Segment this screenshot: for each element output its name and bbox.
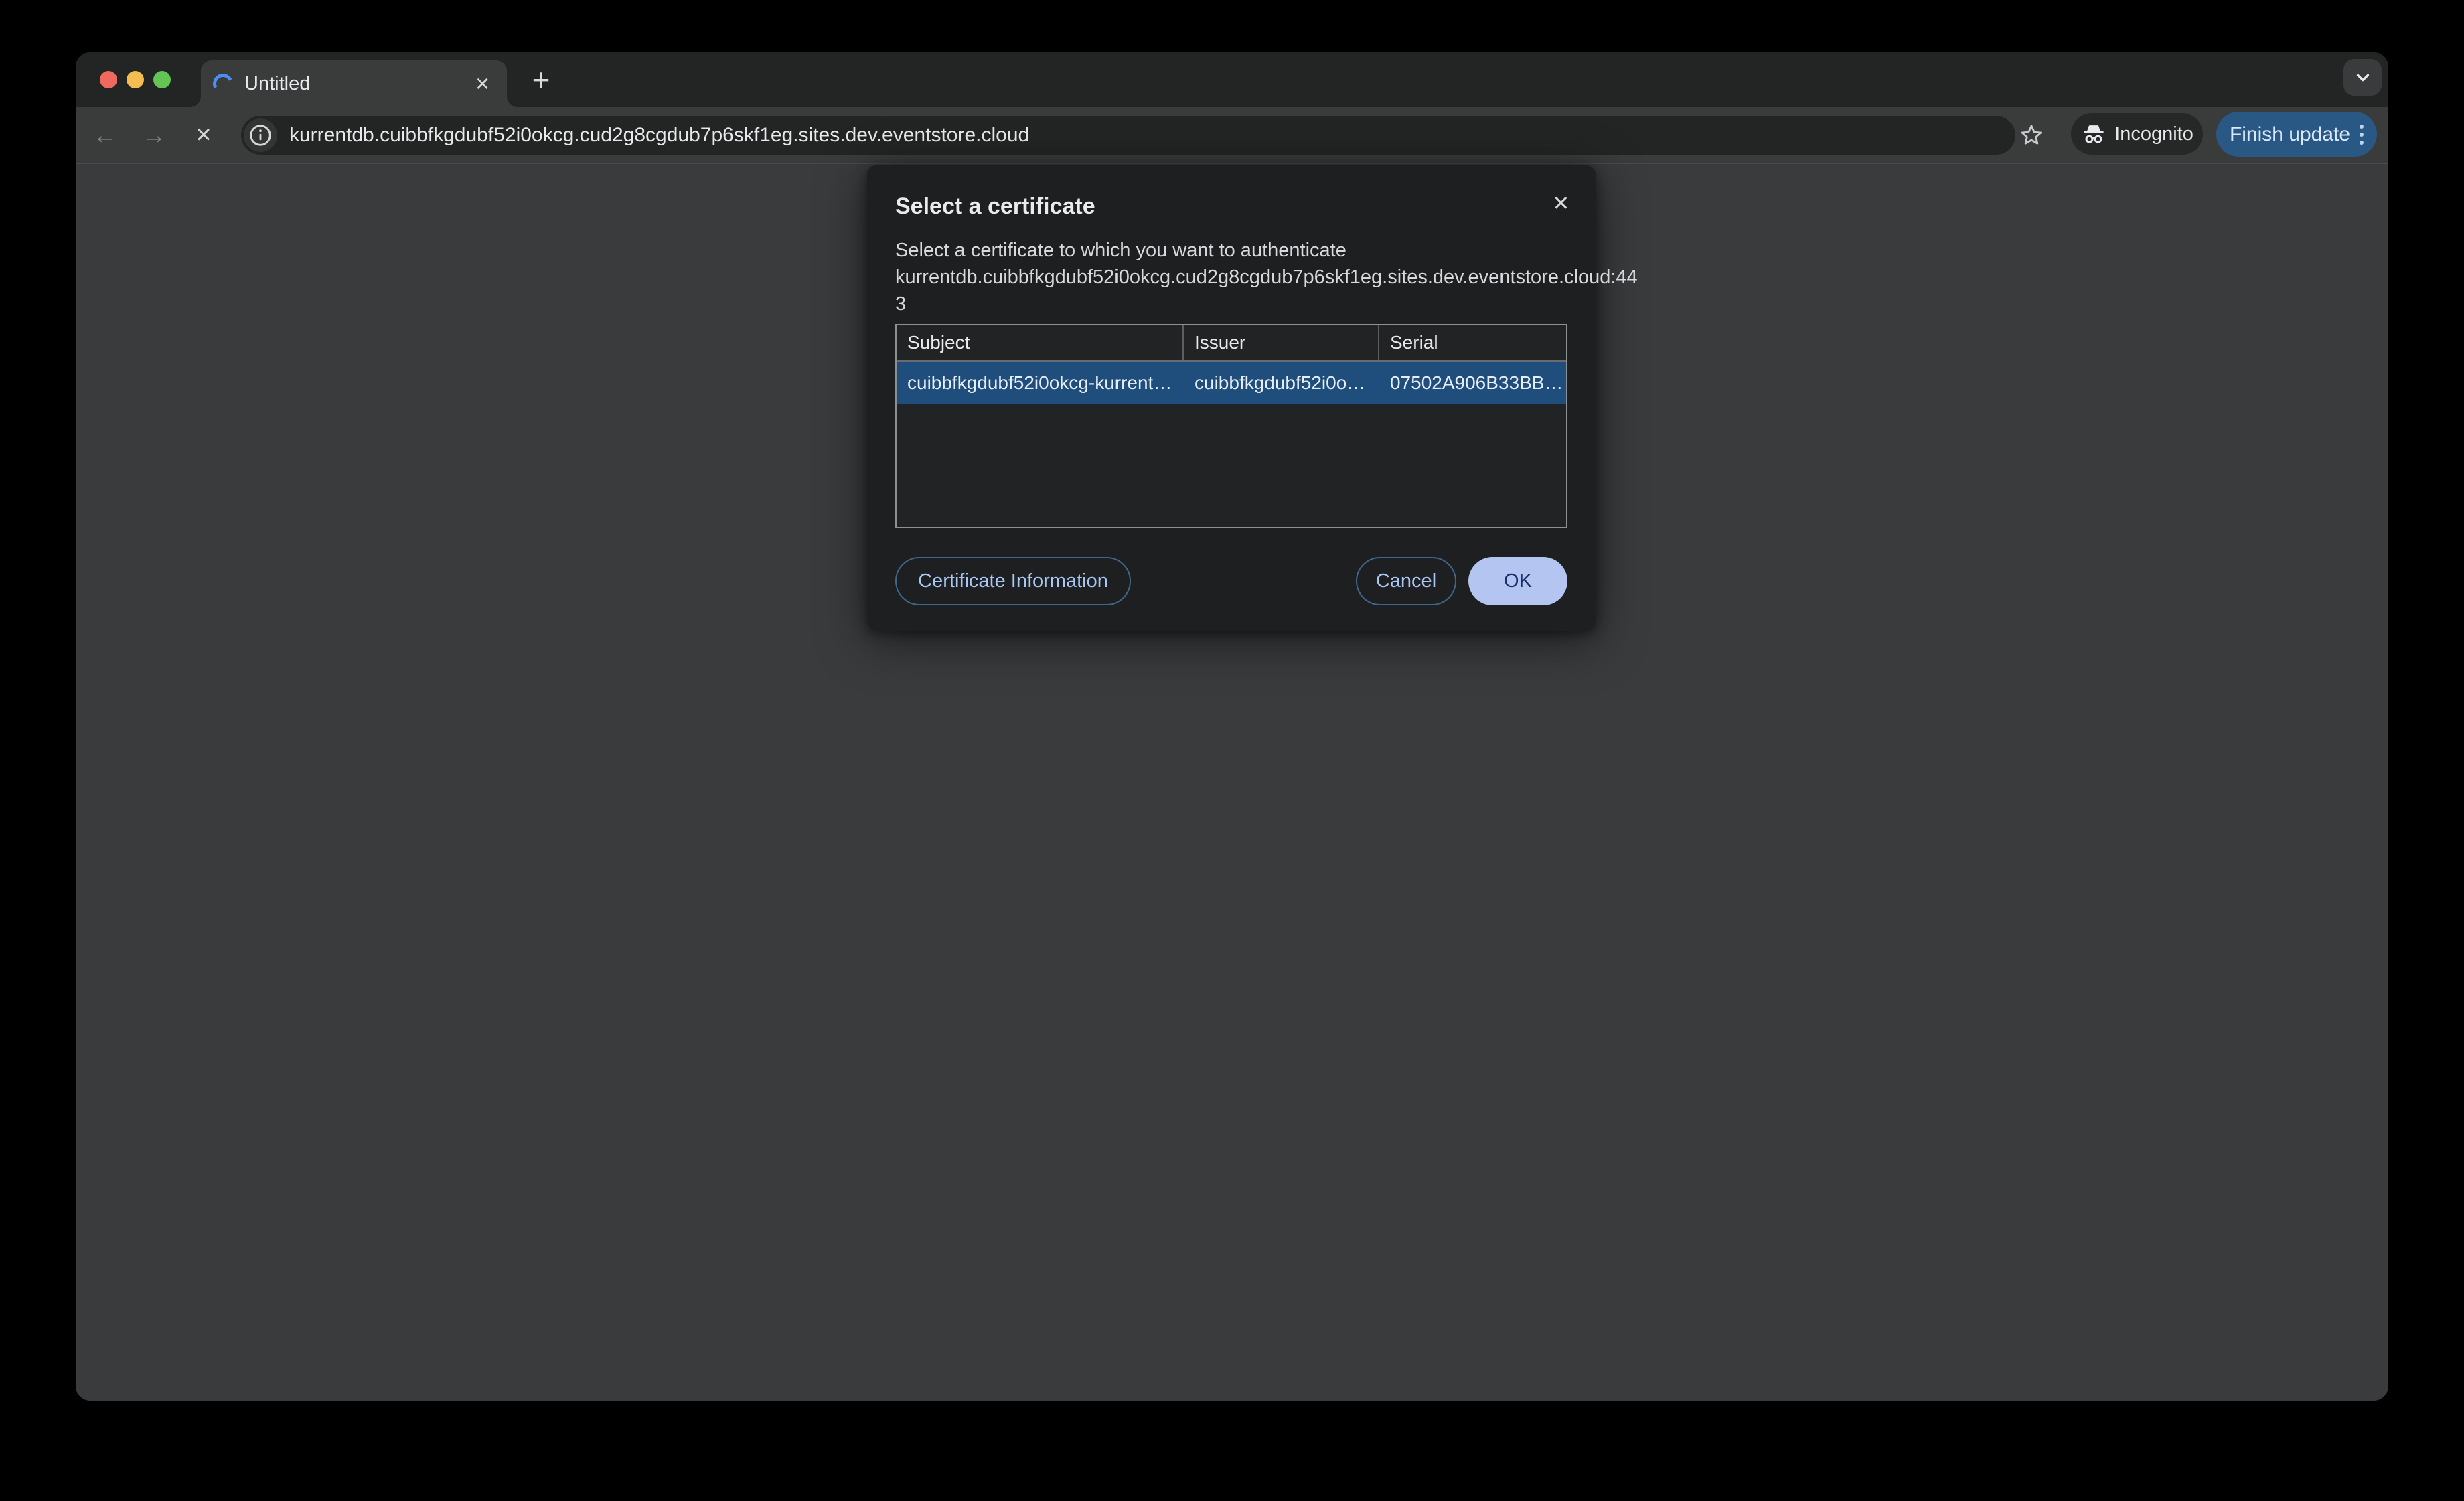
cell-issuer[interactable]: cuibbfkgdubf52i0o… [1184, 362, 1379, 404]
info-icon [250, 125, 271, 146]
browser-window: Untitled × + ← → × kurrentdb.cuibbfkgdub… [76, 52, 2388, 1401]
url-text[interactable]: kurrentdb.cuibbfkgdubf52i0okcg.cud2g8cgd… [289, 124, 1029, 147]
zoom-window-button[interactable] [153, 71, 171, 88]
incognito-badge: Incognito [2071, 113, 2203, 155]
tab-close-icon[interactable]: × [475, 72, 489, 96]
address-bar[interactable]: kurrentdb.cuibbfkgdubf52i0okcg.cud2g8cgd… [241, 116, 2015, 155]
column-header-subject: Subject [897, 325, 1184, 360]
star-icon [2021, 125, 2042, 145]
incognito-icon [2084, 125, 2104, 143]
site-info-button[interactable] [244, 118, 277, 152]
certificate-information-button[interactable]: Certificate Information [895, 557, 1131, 605]
window-chevron-button[interactable] [2343, 59, 2382, 96]
column-header-issuer: Issuer [1184, 325, 1379, 360]
cancel-button[interactable]: Cancel [1356, 557, 1456, 605]
description-line: kurrentdb.cuibbfkgdubf52i0okcg.cud2g8cgd… [895, 266, 1638, 288]
page-viewport: Select a certificate × Select a certific… [76, 163, 2388, 1401]
finish-update-button[interactable]: Finish update [2216, 112, 2377, 157]
incognito-label: Incognito [2114, 123, 2193, 145]
forward-button[interactable]: → [138, 107, 170, 163]
finish-update-label: Finish update [2229, 123, 2351, 145]
traffic-lights [100, 71, 171, 88]
minimize-window-button[interactable] [127, 71, 144, 88]
select-certificate-dialog: Select a certificate × Select a certific… [867, 165, 1638, 631]
tab-strip: Untitled × + [76, 52, 2388, 107]
bookmark-star-button[interactable] [2017, 121, 2046, 149]
chevron-down-icon [2356, 74, 2369, 81]
new-tab-button[interactable]: + [523, 62, 559, 98]
description-line: 3 [895, 293, 907, 315]
stop-loading-button[interactable]: × [187, 107, 220, 163]
tab-untitled[interactable]: Untitled × [201, 60, 507, 107]
dialog-title: Select a certificate [895, 193, 1095, 219]
toolbar: ← → × kurrentdb.cuibbfkgdubf52i0okcg.cud… [76, 107, 2388, 163]
ok-button[interactable]: OK [1468, 557, 1567, 605]
dialog-close-icon[interactable]: × [1553, 189, 1569, 216]
table-row-selected[interactable]: cuibbfkgdubf52i0okcg-kurrent… cuibbfkgdu… [897, 362, 1566, 404]
tab-loading-spinner-icon [210, 71, 236, 96]
cell-subject[interactable]: cuibbfkgdubf52i0okcg-kurrent… [897, 362, 1184, 404]
certificate-table: Subject Issuer Serial cuibbfkgdubf52i0ok… [895, 324, 1567, 528]
kebab-menu-icon[interactable] [2360, 124, 2364, 145]
description-line: Select a certificate to which you want t… [895, 240, 1346, 261]
tab-title: Untitled [244, 72, 311, 94]
table-header: Subject Issuer Serial [897, 325, 1566, 362]
back-button[interactable]: ← [89, 107, 121, 163]
close-window-button[interactable] [100, 71, 117, 88]
cell-serial[interactable]: 07502A906B33BB… [1379, 362, 1566, 404]
dialog-description: Select a certificate to which you want t… [895, 237, 1638, 317]
dialog-button-row: Certificate Information Cancel OK [895, 557, 1567, 605]
column-header-serial: Serial [1390, 332, 1438, 353]
